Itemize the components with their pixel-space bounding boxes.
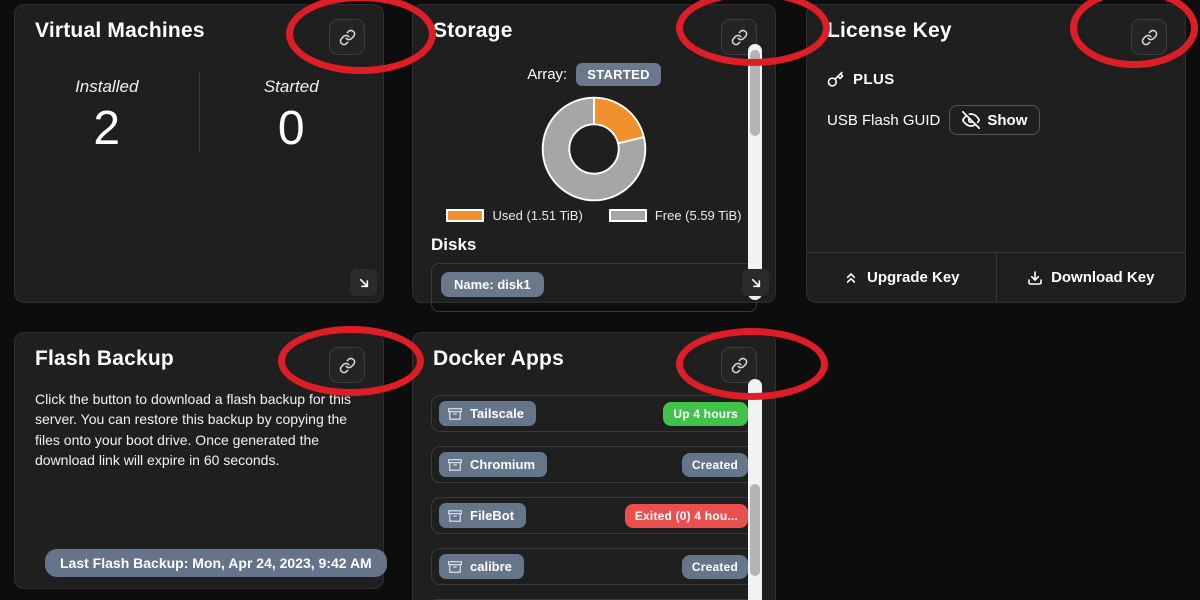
docker-name-badge[interactable]: Tailscale: [439, 401, 536, 426]
vm-installed-value: 2: [15, 105, 199, 153]
show-guid-label: Show: [987, 112, 1027, 129]
license-key-link-button[interactable]: [1131, 19, 1167, 55]
array-label: Array:: [527, 66, 567, 83]
link-icon: [339, 29, 356, 46]
disks-heading: Disks: [431, 235, 476, 255]
link-icon: [731, 357, 748, 374]
array-status-badge: STARTED: [576, 63, 661, 86]
container-status-badge: Created: [682, 555, 748, 579]
vm-started-value: 0: [200, 105, 384, 153]
container-box-icon: [448, 458, 462, 472]
virtual-machines-link-button[interactable]: [329, 19, 365, 55]
arrow-down-right-icon: [748, 275, 764, 291]
flash-backup-link-button[interactable]: [329, 347, 365, 383]
card-flash-backup: Flash Backup Click the button to downloa…: [14, 332, 384, 589]
docker-row-calibre[interactable]: calibre Created: [431, 548, 757, 585]
container-status-badge: Exited (0) 4 hou...: [625, 504, 748, 528]
legend-item-free: Free (5.59 TiB): [609, 208, 742, 223]
legend-label-free: Free (5.59 TiB): [655, 208, 742, 223]
vm-installed-label: Installed: [15, 77, 199, 97]
docker-scrollbar[interactable]: [748, 379, 762, 600]
storage-scrollbar[interactable]: [748, 44, 762, 300]
vm-stats: Installed 2 Started 0: [15, 71, 383, 153]
docker-container-list: Tailscale Up 4 hours Chromium Created: [413, 383, 775, 600]
docker-row-tailscale[interactable]: Tailscale Up 4 hours: [431, 395, 757, 432]
legend-item-used: Used (1.51 TiB): [446, 208, 582, 223]
resize-handle[interactable]: [742, 269, 769, 296]
eye-off-icon: [962, 111, 980, 129]
docker-row-filebot[interactable]: FileBot Exited (0) 4 hou...: [431, 497, 757, 534]
guid-label: USB Flash GUID: [827, 112, 940, 129]
container-name: Chromium: [470, 457, 535, 472]
show-guid-button[interactable]: Show: [949, 105, 1040, 135]
last-flash-backup-badge: Last Flash Backup: Mon, Apr 24, 2023, 9:…: [45, 549, 387, 577]
dashboard: Virtual Machines Installed 2 Started 0: [0, 0, 1200, 600]
docker-name-badge[interactable]: FileBot: [439, 503, 526, 528]
download-key-button[interactable]: Download Key: [997, 253, 1186, 302]
vm-installed-stat: Installed 2: [15, 71, 199, 153]
vm-started-stat: Started 0: [199, 71, 384, 153]
storage-title: Storage: [433, 19, 513, 43]
storage-scrollbar-thumb[interactable]: [750, 50, 760, 136]
card-docker-apps: Docker Apps Tailscale Up 4 hours: [412, 332, 776, 600]
card-license-key: License Key PLUS USB Flash GUID Show: [806, 4, 1186, 303]
disk-panel: Name: disk1: [431, 263, 757, 312]
link-icon: [339, 357, 356, 374]
flash-backup-description: Click the button to download a flash bac…: [15, 383, 383, 470]
license-footer: Upgrade Key Download Key: [807, 252, 1185, 302]
link-icon: [1141, 29, 1158, 46]
docker-row-chromium[interactable]: Chromium Created: [431, 446, 757, 483]
download-key-label: Download Key: [1051, 269, 1154, 286]
legend-label-used: Used (1.51 TiB): [492, 208, 582, 223]
docker-scrollbar-thumb[interactable]: [750, 484, 760, 576]
vm-started-label: Started: [200, 77, 384, 97]
container-status-badge: Created: [682, 453, 748, 477]
donut-legend: Used (1.51 TiB) Free (5.59 TiB): [446, 208, 741, 223]
chevrons-up-icon: [843, 270, 859, 286]
license-tier: PLUS: [853, 71, 895, 88]
container-status-badge: Up 4 hours: [663, 402, 748, 426]
card-storage: Storage Array: STARTED: [412, 4, 776, 303]
download-icon: [1027, 270, 1043, 286]
legend-swatch-free: [609, 209, 647, 222]
docker-name-badge[interactable]: calibre: [439, 554, 524, 579]
arrow-down-right-icon: [356, 275, 372, 291]
container-box-icon: [448, 407, 462, 421]
docker-apps-title: Docker Apps: [433, 347, 564, 371]
resize-handle[interactable]: [350, 269, 377, 296]
container-box-icon: [448, 560, 462, 574]
container-name: FileBot: [470, 508, 514, 523]
upgrade-key-label: Upgrade Key: [867, 269, 960, 286]
container-box-icon: [448, 509, 462, 523]
legend-swatch-used: [446, 209, 484, 222]
disk-name-badge: Name: disk1: [441, 272, 544, 297]
virtual-machines-title: Virtual Machines: [35, 19, 205, 43]
docker-name-badge[interactable]: Chromium: [439, 452, 547, 477]
link-icon: [731, 29, 748, 46]
container-name: calibre: [470, 559, 512, 574]
storage-donut-chart: [537, 92, 651, 206]
license-key-title: License Key: [827, 19, 952, 43]
docker-apps-link-button[interactable]: [721, 347, 757, 383]
key-icon: [827, 71, 844, 88]
upgrade-key-button[interactable]: Upgrade Key: [807, 253, 997, 302]
flash-backup-title: Flash Backup: [35, 347, 174, 371]
card-virtual-machines: Virtual Machines Installed 2 Started 0: [14, 4, 384, 303]
container-name: Tailscale: [470, 406, 524, 421]
